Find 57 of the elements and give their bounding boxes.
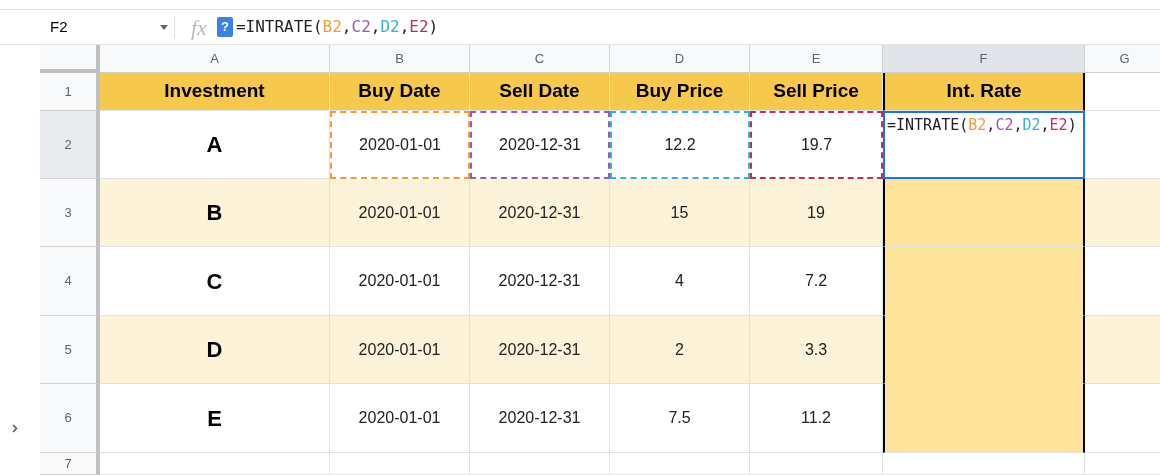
table-cell[interactable]: 4 xyxy=(610,247,750,316)
table-cell[interactable]: A xyxy=(100,111,330,179)
column-header[interactable]: A xyxy=(100,45,330,73)
table-cell[interactable]: 19.7 xyxy=(750,111,883,179)
column-heading[interactable]: Buy Price xyxy=(610,73,750,111)
table-cell[interactable]: 15 xyxy=(610,179,750,247)
column-header[interactable]: G xyxy=(1085,45,1160,73)
select-all-corner[interactable] xyxy=(40,45,100,73)
table-cell[interactable] xyxy=(883,384,1085,453)
table-cell[interactable]: 2020-12-31 xyxy=(470,111,610,179)
row-header[interactable]: 3 xyxy=(40,179,100,247)
table-cell[interactable]: 2020-01-01 xyxy=(330,384,470,453)
table-cell[interactable]: 2020-12-31 xyxy=(470,179,610,247)
row-header[interactable]: 4 xyxy=(40,247,100,316)
table-cell[interactable]: 11.2 xyxy=(750,384,883,453)
column-heading[interactable]: Buy Date xyxy=(330,73,470,111)
table-cell[interactable]: 2020-12-31 xyxy=(470,384,610,453)
table-cell[interactable]: C xyxy=(100,247,330,316)
column-header[interactable]: D xyxy=(610,45,750,73)
table-cell[interactable]: 7.5 xyxy=(610,384,750,453)
table-cell[interactable]: 3.3 xyxy=(750,316,883,384)
table-cell[interactable]: 2020-12-31 xyxy=(470,247,610,316)
table-cell[interactable]: 2020-01-01 xyxy=(330,247,470,316)
table-cell[interactable]: E xyxy=(100,384,330,453)
row-header[interactable]: 6 xyxy=(40,384,100,453)
column-header[interactable]: B xyxy=(330,45,470,73)
row-header[interactable]: 5 xyxy=(40,316,100,384)
column-heading[interactable]: Sell Date xyxy=(470,73,610,111)
table-cell[interactable]: 2 xyxy=(610,316,750,384)
table-cell[interactable]: 2020-12-31 xyxy=(470,316,610,384)
chevron-right-icon[interactable] xyxy=(12,424,18,433)
column-header[interactable]: F xyxy=(883,45,1085,73)
table-cell[interactable]: 2020-01-01 xyxy=(330,179,470,247)
help-badge[interactable]: ? xyxy=(216,17,233,37)
caret-icon[interactable] xyxy=(160,24,168,30)
column-header[interactable]: C xyxy=(470,45,610,73)
column-heading[interactable]: Int. Rate xyxy=(883,73,1085,111)
column-heading[interactable]: Sell Price xyxy=(750,73,883,111)
row-header[interactable]: 2 xyxy=(40,111,100,179)
formula-field[interactable]: =INTRATE(B2,C2,D2,E2) xyxy=(235,15,439,39)
table-cell[interactable]: 7.2 xyxy=(750,247,883,316)
cell-editor[interactable]: =INTRATE(B2,C2,D2,E2) xyxy=(883,111,1085,179)
column-heading[interactable]: Investment xyxy=(100,73,330,111)
row-header[interactable]: 1 xyxy=(40,73,100,111)
row-header[interactable]: 7 xyxy=(40,453,100,475)
table-cell[interactable] xyxy=(883,316,1085,384)
table-cell[interactable]: D xyxy=(100,316,330,384)
table-cell[interactable] xyxy=(883,247,1085,316)
table-cell[interactable]: 19 xyxy=(750,179,883,247)
name-box[interactable]: F2 xyxy=(50,15,68,39)
column-header[interactable]: E xyxy=(750,45,883,73)
fx-label: fx xyxy=(191,13,207,42)
table-cell[interactable]: 2020-01-01 xyxy=(330,111,470,179)
table-cell[interactable]: B xyxy=(100,179,330,247)
table-cell[interactable]: 12.2 xyxy=(610,111,750,179)
table-cell[interactable] xyxy=(883,179,1085,247)
table-cell[interactable]: 2020-01-01 xyxy=(330,316,470,384)
